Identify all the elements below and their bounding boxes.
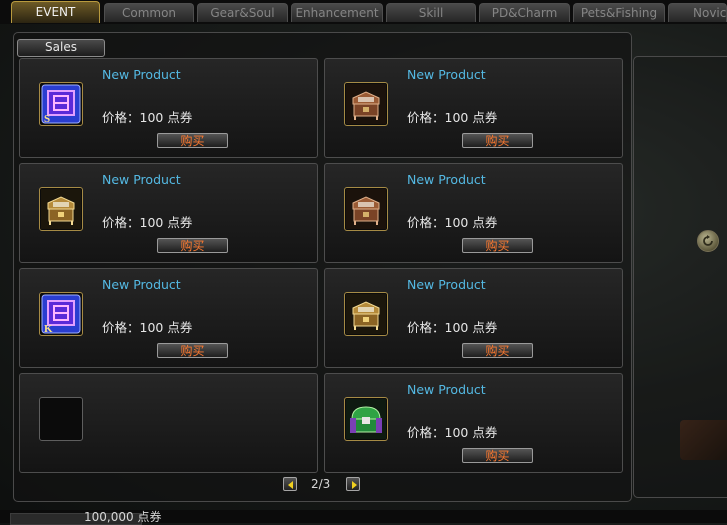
sales-sub-tab[interactable]: Sales xyxy=(17,39,105,57)
tab-common[interactable]: Common xyxy=(104,3,194,22)
tab-pd-charm[interactable]: PD&Charm xyxy=(479,3,570,22)
product-card: New Product 价格：100 点券 购买 xyxy=(19,163,318,263)
product-card: New Product 价格：100 点券 购买 xyxy=(324,268,623,368)
green-chest-icon[interactable] xyxy=(344,397,388,441)
product-card: S New Product 价格：100 点券 购买 xyxy=(19,58,318,158)
next-page-button[interactable] xyxy=(346,477,360,491)
product-name: New Product xyxy=(407,277,486,292)
buy-button[interactable]: 购买 xyxy=(157,343,228,358)
tab-skill[interactable]: Skill xyxy=(386,3,476,22)
buy-button[interactable]: 购买 xyxy=(462,238,533,253)
prev-page-button[interactable] xyxy=(283,477,297,491)
product-card: New Product 价格：100 点券 购买 xyxy=(324,163,623,263)
blue-book-s-icon[interactable]: S xyxy=(39,82,83,126)
buy-button[interactable]: 购买 xyxy=(157,238,228,253)
product-name: New Product xyxy=(407,382,486,397)
balance-text: 100,000 点券 xyxy=(84,510,162,524)
refresh-button[interactable] xyxy=(697,230,719,252)
product-card: K New Product 价格：100 点券 购买 xyxy=(19,268,318,368)
book-letter-s: S xyxy=(44,113,50,124)
product-card: New Product 价格：100 点券 购买 xyxy=(324,373,623,473)
product-name: New Product xyxy=(102,67,181,82)
product-price: 价格：100 点券 xyxy=(407,215,498,230)
background-decoration xyxy=(680,420,727,460)
product-price: 价格：100 点券 xyxy=(407,110,498,125)
product-price: 价格：100 点券 xyxy=(102,320,193,335)
book-letter-k: K xyxy=(44,323,53,334)
arrow-right-icon xyxy=(352,481,357,489)
tab-gear-soul[interactable]: Gear&Soul xyxy=(197,3,288,22)
product-price: 价格：100 点券 xyxy=(102,110,193,125)
product-price: 价格：100 点券 xyxy=(102,215,193,230)
gold-chest-icon[interactable] xyxy=(39,187,83,231)
buy-button[interactable]: 购买 xyxy=(157,133,228,148)
tab-pets-fishing[interactable]: Pets&Fishing xyxy=(573,3,665,22)
buy-button[interactable]: 购买 xyxy=(462,343,533,358)
brown-chest-icon[interactable] xyxy=(344,82,388,126)
product-card: New Product 价格：100 点券 购买 xyxy=(324,58,623,158)
product-price: 价格：100 点券 xyxy=(407,320,498,335)
empty-product-card xyxy=(19,373,318,473)
product-price: 价格：100 点券 xyxy=(407,425,498,440)
product-name: New Product xyxy=(407,172,486,187)
buy-button[interactable]: 购买 xyxy=(462,133,533,148)
arrow-left-icon xyxy=(288,481,293,489)
brown-chest-icon[interactable] xyxy=(344,187,388,231)
product-name: New Product xyxy=(102,277,181,292)
tab-novice[interactable]: Novic xyxy=(668,3,727,22)
gold-chest-icon[interactable] xyxy=(344,292,388,336)
tab-enhancement[interactable]: Enhancement xyxy=(291,3,383,22)
refresh-icon xyxy=(703,235,713,246)
page-indicator: 2/3 xyxy=(311,477,331,491)
buy-button[interactable]: 购买 xyxy=(462,448,533,463)
tab-bar: EVENT Common Gear&Soul Enhancement Skill… xyxy=(0,0,727,24)
product-name: New Product xyxy=(407,67,486,82)
empty-slot xyxy=(39,397,83,441)
blue-book-k-icon[interactable]: K xyxy=(39,292,83,336)
tab-event[interactable]: EVENT xyxy=(11,1,100,23)
product-name: New Product xyxy=(102,172,181,187)
